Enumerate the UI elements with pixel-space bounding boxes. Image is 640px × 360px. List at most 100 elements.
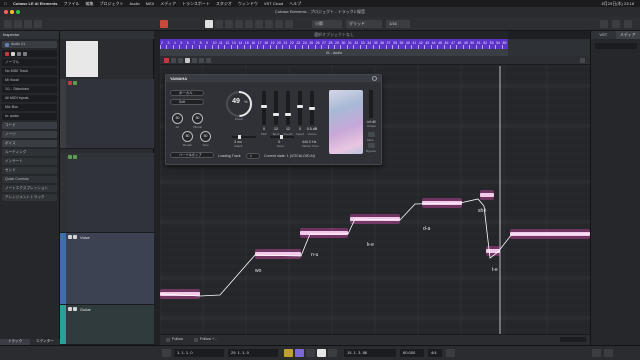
minimize-window-button[interactable] bbox=[10, 10, 14, 14]
write-automation-icon[interactable] bbox=[23, 51, 27, 56]
mute-tool-icon[interactable] bbox=[265, 20, 273, 28]
right-zone-toggle-button[interactable] bbox=[34, 20, 42, 28]
plugin-style-dropdown[interactable]: Soft bbox=[170, 99, 204, 105]
media-search-field[interactable] bbox=[595, 43, 637, 49]
signature-display[interactable]: 4/4 bbox=[428, 349, 442, 357]
track-mute-button[interactable] bbox=[68, 235, 72, 239]
record-button[interactable] bbox=[328, 349, 337, 357]
menu-item-edit[interactable]: 編集 bbox=[86, 1, 94, 7]
tab-media[interactable]: メディア bbox=[615, 31, 640, 39]
inspector-row-1[interactable]: No MIDI Track bbox=[2, 68, 57, 75]
track-row-1[interactable] bbox=[60, 79, 154, 149]
snap-mode-dropdown[interactable]: グリッド bbox=[346, 20, 382, 28]
track-solo-button[interactable] bbox=[73, 307, 77, 311]
tone-knob[interactable]: 50 bbox=[200, 131, 211, 142]
draw-tool-icon[interactable] bbox=[275, 20, 283, 28]
left-locator-field[interactable]: 1. 1. 1. 0 bbox=[174, 349, 224, 357]
track-monitor-button[interactable] bbox=[73, 81, 77, 85]
transport-settings-button[interactable] bbox=[162, 349, 171, 357]
track-mute-button[interactable] bbox=[68, 307, 72, 311]
editor-solo-button[interactable] bbox=[171, 58, 176, 63]
cycle-button[interactable] bbox=[295, 349, 304, 357]
volume-fader[interactable] bbox=[309, 91, 315, 125]
follow-plus-checkbox[interactable] bbox=[194, 338, 198, 342]
zoom-tool-icon[interactable] bbox=[255, 20, 263, 28]
track-mute-button[interactable] bbox=[68, 155, 72, 159]
editor-record-button[interactable] bbox=[164, 58, 169, 63]
apple-icon[interactable]:  bbox=[4, 1, 7, 6]
inspector-section-note-expression[interactable]: ノートエクスプレッション bbox=[2, 185, 57, 192]
lyric-label[interactable]: sh-i bbox=[478, 208, 486, 214]
object-select-tool-icon[interactable] bbox=[205, 20, 213, 28]
fader-cap[interactable] bbox=[309, 106, 315, 110]
read-automation-icon[interactable] bbox=[17, 51, 21, 56]
follow-checkbox[interactable] bbox=[166, 338, 170, 342]
menu-item-project[interactable]: プロジェクト bbox=[100, 1, 124, 7]
menu-item-file[interactable]: ファイル bbox=[64, 1, 80, 7]
editor-draw-tool-icon[interactable] bbox=[192, 58, 197, 63]
plugin-voice-dropdown[interactable]: ボーカル bbox=[170, 90, 204, 96]
inspector-row-5[interactable]: Mix Bus bbox=[2, 104, 57, 111]
left-zone-toggle-button[interactable] bbox=[14, 20, 22, 28]
sens-slider-thumb[interactable] bbox=[280, 135, 283, 139]
inspector-row-6[interactable]: In: audio bbox=[2, 113, 57, 120]
plugin-preset-dropdown[interactable]: ハード&ポップ bbox=[170, 152, 214, 158]
glue-tool-icon[interactable] bbox=[235, 20, 243, 28]
vst-cloud-button[interactable] bbox=[612, 20, 620, 28]
quantize-dropdown[interactable]: 1/16 bbox=[386, 20, 410, 28]
punch-in-button[interactable] bbox=[284, 349, 293, 357]
editor-close-icon[interactable] bbox=[580, 58, 585, 63]
editor-erase-tool-icon[interactable] bbox=[199, 58, 204, 63]
click-button[interactable] bbox=[446, 349, 455, 357]
editor-zoom-tool-icon[interactable] bbox=[206, 58, 211, 63]
plugin-power-icon[interactable] bbox=[372, 76, 377, 81]
track-label-dropdown[interactable]: 小節 bbox=[312, 20, 342, 28]
track-name[interactable]: Voice bbox=[80, 235, 90, 240]
attack-slider-thumb[interactable] bbox=[238, 135, 241, 139]
attack-slider[interactable] bbox=[232, 135, 256, 139]
smooth-fader[interactable] bbox=[285, 91, 291, 125]
track-row-voice[interactable]: Voice bbox=[60, 233, 154, 305]
editor-select-tool-icon[interactable] bbox=[185, 58, 190, 63]
inspector-section-routing[interactable]: ルーティング bbox=[2, 149, 57, 156]
erase-tool-icon[interactable] bbox=[245, 20, 253, 28]
vibrato-knob[interactable]: 50 bbox=[192, 113, 203, 124]
fader-cap[interactable] bbox=[261, 104, 267, 108]
settings-gear-icon[interactable] bbox=[624, 20, 632, 28]
inspector-section-arranger[interactable]: アレンジメントトラック bbox=[2, 194, 57, 201]
inspector-section-inserts[interactable]: インサート bbox=[2, 158, 57, 165]
menu-item-audio[interactable]: Audio bbox=[130, 1, 140, 6]
tempo-display[interactable]: 60.000 bbox=[400, 349, 424, 357]
window-layout-button[interactable] bbox=[600, 20, 608, 28]
menu-item-vstcloud[interactable]: VST Cloud bbox=[264, 1, 283, 6]
track-row-guitar[interactable]: Guitar bbox=[60, 305, 154, 345]
close-window-button[interactable] bbox=[4, 10, 8, 14]
range-tool-icon[interactable] bbox=[215, 20, 223, 28]
track-solo-button[interactable] bbox=[73, 155, 77, 159]
lyric-label[interactable]: t-e bbox=[492, 267, 498, 273]
lyric-label[interactable]: d-a bbox=[423, 226, 430, 232]
sens-slider[interactable] bbox=[270, 135, 294, 139]
zoom-window-button[interactable] bbox=[16, 10, 20, 14]
speed-fader[interactable] bbox=[297, 91, 303, 125]
track-solo-button[interactable] bbox=[73, 235, 77, 239]
lyric-label[interactable]: wo bbox=[255, 268, 261, 274]
monitor-icon[interactable] bbox=[11, 51, 15, 56]
lower-zone-toggle-button[interactable] bbox=[24, 20, 32, 28]
track-record-button[interactable] bbox=[68, 81, 72, 85]
menu-app-name[interactable]: Cubase LE AI Elements bbox=[13, 1, 58, 6]
voice-xy-pad[interactable] bbox=[329, 90, 363, 154]
inspector-controls-row[interactable] bbox=[2, 50, 57, 57]
lyric-label[interactable]: n-u bbox=[311, 252, 318, 258]
menu-item-media[interactable]: メディア bbox=[160, 1, 176, 7]
right-locator-field[interactable]: 29. 1. 1. 0 bbox=[228, 349, 278, 357]
inspector-section-quick-controls[interactable]: Quick Controls bbox=[2, 176, 57, 183]
play-tool-icon[interactable] bbox=[285, 20, 293, 28]
position-display[interactable]: 15. 1. 3. 86 bbox=[344, 349, 396, 357]
inspector-row-3[interactable]: 1/1 - Sidechain bbox=[2, 86, 57, 93]
horizontal-zoom-slider[interactable] bbox=[560, 337, 586, 342]
inspector-row-0[interactable]: ノーマル bbox=[2, 59, 57, 66]
tab-vst[interactable]: VST bbox=[591, 31, 616, 39]
track-name[interactable]: Guitar bbox=[80, 307, 91, 312]
inspector-toggle-button[interactable] bbox=[4, 20, 12, 28]
